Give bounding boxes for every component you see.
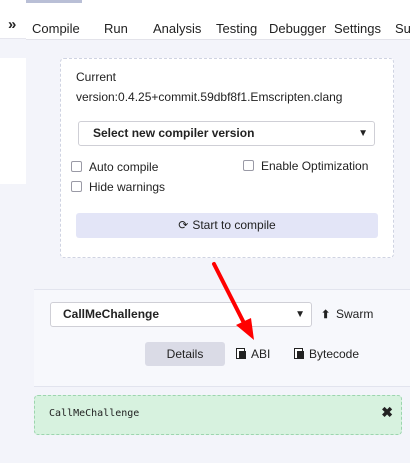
swarm-label: Swarm	[336, 307, 374, 321]
start-compile-label: Start to compile	[192, 218, 276, 232]
refresh-icon: ⟳	[178, 218, 189, 232]
tab-settings[interactable]: Settings	[334, 20, 381, 38]
compile-tab-content: Current version:0.4.25+commit.59dbf8f1.E…	[26, 40, 410, 463]
enable-optimization-checkbox[interactable]	[243, 160, 254, 171]
abi-label: ABI	[251, 347, 271, 361]
left-strip-divider	[0, 38, 26, 39]
left-side-strip: »	[0, 0, 26, 463]
left-strip-block	[0, 58, 26, 184]
compiler-version-select-label: Select new compiler version	[93, 126, 255, 140]
close-icon[interactable]: ✖	[381, 404, 393, 420]
alert-message: CallMeChallenge	[49, 408, 140, 419]
remix-compile-panel: » Compile Run Analysis Testing Debugger …	[0, 0, 410, 463]
details-button[interactable]: Details	[145, 342, 225, 366]
contract-box: CallMeChallenge ▼ ⬆ Swarm Details ABI Byt…	[34, 289, 410, 387]
compile-success-alert: CallMeChallenge ✖	[34, 395, 402, 435]
tab-run[interactable]: Run	[104, 20, 128, 38]
copy-abi-button[interactable]: ABI	[236, 345, 270, 363]
tab-support[interactable]: Sup	[395, 20, 410, 38]
auto-compile-option[interactable]: Auto compile	[71, 159, 158, 175]
auto-compile-label: Auto compile	[89, 160, 159, 174]
publish-swarm-button[interactable]: ⬆ Swarm	[321, 304, 373, 325]
contract-select[interactable]: CallMeChallenge ▼	[50, 302, 312, 327]
tab-testing[interactable]: Testing	[216, 20, 257, 38]
start-compile-button[interactable]: ⟳ Start to compile	[76, 213, 378, 238]
auto-compile-checkbox[interactable]	[71, 161, 82, 172]
current-version-label: Current	[76, 70, 117, 84]
active-tab-indicator	[26, 0, 82, 3]
hide-warnings-checkbox[interactable]	[71, 181, 82, 192]
enable-optimization-label: Enable Optimization	[261, 159, 369, 173]
tab-debugger[interactable]: Debugger	[269, 20, 326, 38]
caret-down-icon: ▼	[358, 128, 368, 139]
contract-select-value: CallMeChallenge	[63, 307, 160, 321]
copy-icon	[236, 348, 246, 359]
double-chevron-right-icon[interactable]: »	[8, 17, 16, 32]
compiler-version-select[interactable]: Select new compiler version ▼	[78, 121, 375, 146]
tab-compile[interactable]: Compile	[32, 20, 80, 38]
hide-warnings-label: Hide warnings	[89, 180, 166, 194]
details-label: Details	[166, 347, 204, 361]
upload-icon: ⬆	[321, 309, 331, 321]
tab-bar: Compile Run Analysis Testing Debugger Se…	[26, 0, 410, 40]
caret-down-icon: ▼	[295, 309, 305, 320]
current-version-value: version:0.4.25+commit.59dbf8f1.Emscripte…	[76, 90, 343, 104]
tab-analysis[interactable]: Analysis	[153, 20, 201, 38]
hide-warnings-option[interactable]: Hide warnings	[71, 179, 165, 195]
enable-optimization-option[interactable]: Enable Optimization	[243, 158, 368, 174]
copy-icon	[294, 348, 304, 359]
copy-bytecode-button[interactable]: Bytecode	[294, 345, 359, 363]
bytecode-label: Bytecode	[309, 347, 360, 361]
compiler-settings-box: Current version:0.4.25+commit.59dbf8f1.E…	[60, 58, 394, 258]
